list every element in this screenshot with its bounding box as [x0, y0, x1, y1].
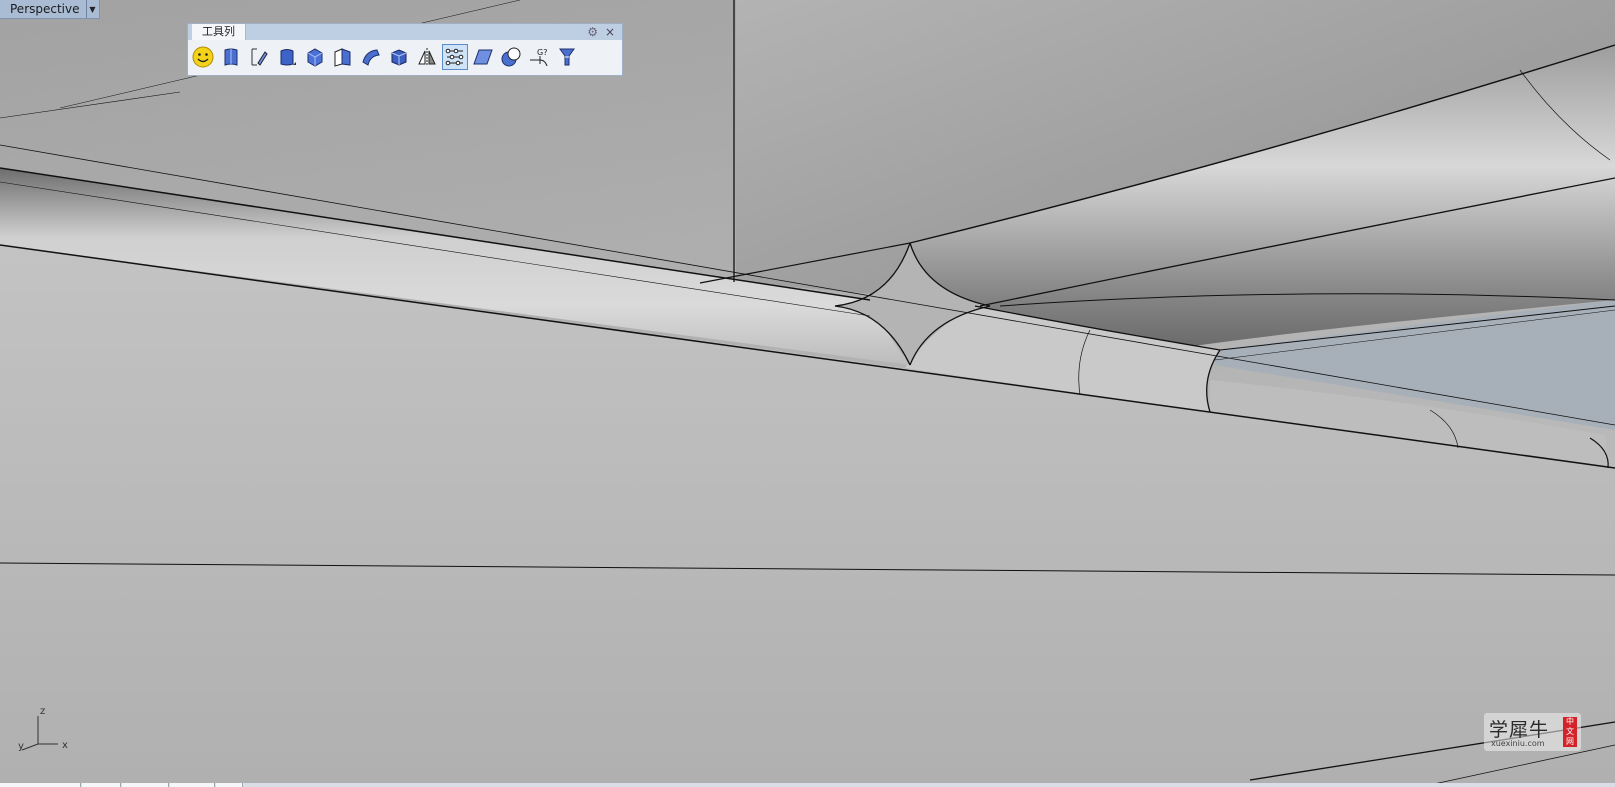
- box-icon[interactable]: [302, 44, 328, 70]
- viewport-menu-dropdown-icon[interactable]: ▼: [85, 0, 99, 18]
- cube-icon[interactable]: [386, 44, 412, 70]
- watermark-title: 学犀牛: [1489, 719, 1550, 741]
- viewport-tab[interactable]: [0, 783, 81, 787]
- extrude-icon[interactable]: [330, 44, 356, 70]
- world-axes-indicator: z y x: [14, 706, 74, 756]
- render-icon[interactable]: [554, 44, 580, 70]
- surface-icon[interactable]: [218, 44, 244, 70]
- axis-y-label: y: [18, 741, 24, 752]
- watermark-url: xuexiniu.com: [1491, 739, 1545, 748]
- floating-toolbar: 工具列 ⚙ × G?: [187, 23, 623, 76]
- viewport-tab[interactable]: [82, 783, 121, 787]
- close-icon[interactable]: ×: [605, 24, 615, 40]
- perspective-viewport[interactable]: Perspective ▼ 工具列 ⚙ × G? z y x 学犀牛 xuexi…: [0, 0, 1615, 787]
- viewport-title-tab[interactable]: Perspective ▼: [0, 0, 100, 19]
- gear-icon[interactable]: ⚙: [587, 24, 598, 40]
- viewport-tab-strip: [0, 783, 1615, 787]
- plane-icon[interactable]: [470, 44, 496, 70]
- toolbar-titlebar[interactable]: [188, 24, 622, 40]
- axis-z-label: z: [40, 706, 46, 717]
- watermark-badge: 中文网: [1563, 717, 1577, 747]
- viewport-tab[interactable]: [216, 783, 243, 787]
- watermark-logo: 学犀牛 xuexiniu.com 中文网: [1484, 713, 1581, 751]
- axis-x-label: x: [62, 740, 68, 751]
- 3d-scene[interactable]: [0, 0, 1615, 787]
- toolbar-tab[interactable]: 工具列: [192, 24, 246, 40]
- solid-icon[interactable]: [274, 44, 300, 70]
- mirror-icon[interactable]: [414, 44, 440, 70]
- boolean-icon[interactable]: [498, 44, 524, 70]
- viewport-name[interactable]: Perspective: [0, 2, 86, 16]
- svg-text:G?: G?: [537, 48, 547, 57]
- smiley-icon[interactable]: [190, 44, 216, 70]
- toolbar-buttons: G?: [188, 42, 582, 72]
- analyze-icon[interactable]: G?: [526, 44, 552, 70]
- curve-edit-icon[interactable]: [246, 44, 272, 70]
- point-edit-icon[interactable]: [442, 44, 468, 70]
- viewport-tab[interactable]: [170, 783, 215, 787]
- sweep-icon[interactable]: [358, 44, 384, 70]
- viewport-tab[interactable]: [122, 783, 169, 787]
